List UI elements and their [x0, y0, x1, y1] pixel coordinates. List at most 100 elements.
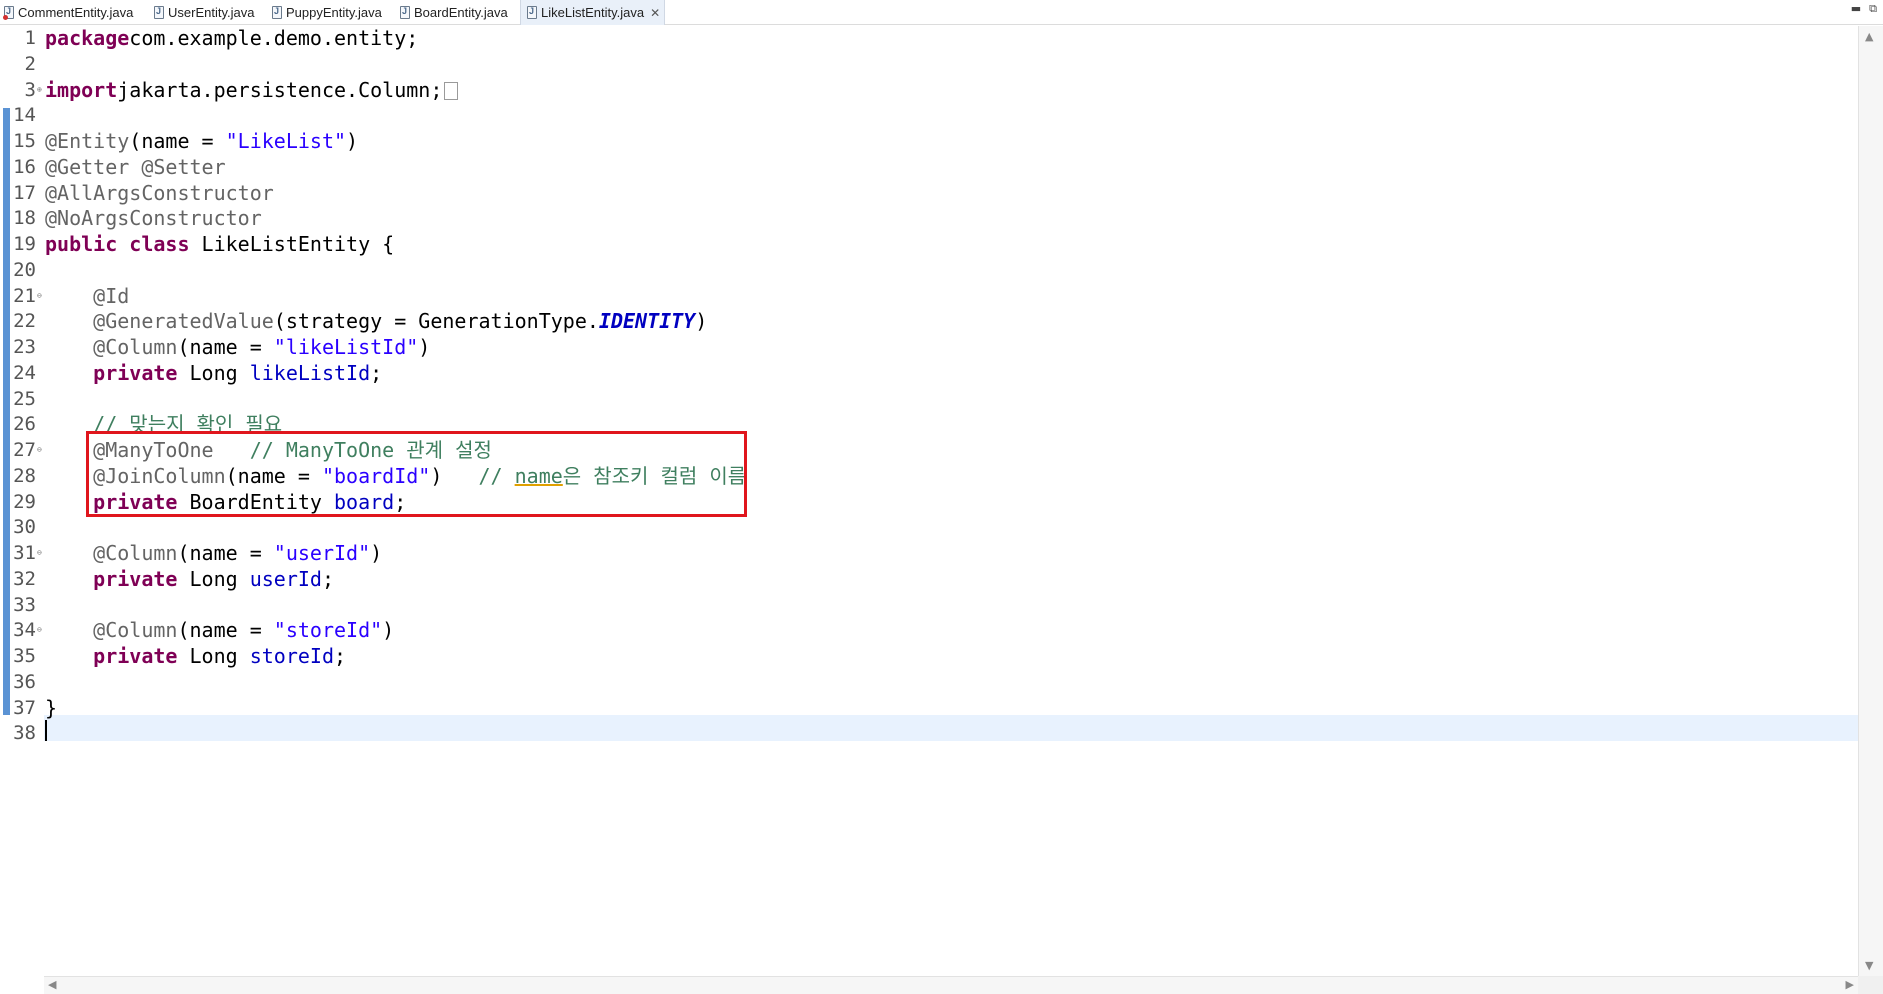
code-text: @Column(name = "storeId"): [45, 617, 394, 643]
line-number: 1: [24, 27, 36, 49]
code-line[interactable]: 37}: [0, 695, 1858, 721]
code-line[interactable]: 2: [0, 51, 1858, 77]
code-token: storeId: [249, 644, 335, 668]
code-token: jakarta.persistence.Column;: [117, 77, 443, 102]
java-file-icon: [527, 6, 537, 19]
code-line[interactable]: 31 ⊖ @Column(name = "userId"): [0, 540, 1858, 566]
code-text: private Long storeId;: [45, 643, 346, 669]
editor-tab-bar: CommentEntity.java UserEntity.java Puppy…: [0, 0, 1883, 25]
tab-label: UserEntity.java: [168, 5, 255, 20]
java-file-error-icon: [3, 6, 14, 20]
fold-expand-icon[interactable]: ⊕: [37, 85, 42, 94]
code-text: @NoArgsConstructor: [45, 205, 262, 231]
code-line[interactable]: 15 @Entity(name = "LikeList"): [0, 128, 1858, 154]
code-text: @GeneratedValue(strategy = GenerationTyp…: [45, 308, 707, 334]
scroll-down-icon[interactable]: ▼: [1865, 959, 1873, 972]
fold-collapse-icon[interactable]: ⊖: [37, 446, 42, 454]
code-line[interactable]: 24 private Long likeListId;: [0, 360, 1858, 386]
code-line[interactable]: 35 private Long storeId;: [0, 643, 1858, 669]
code-line[interactable]: 17 @AllArgsConstructor: [0, 180, 1858, 206]
code-token: ): [370, 541, 383, 565]
code-token: import: [45, 77, 118, 102]
code-token: @Entity: [45, 129, 130, 153]
line-number: 32: [13, 567, 36, 590]
code-token: ;: [334, 644, 347, 668]
code-token: @Getter @Setter: [45, 154, 226, 179]
code-line[interactable]: 19 public class LikeListEntity {: [0, 231, 1858, 257]
code-line[interactable]: 33: [0, 592, 1858, 618]
code-line[interactable]: 16 @Getter @Setter: [0, 154, 1858, 180]
tab-puppy-entity[interactable]: PuppyEntity.java: [272, 0, 382, 25]
window-controls: ▬ ⧉: [1851, 2, 1877, 16]
line-number: 22: [13, 310, 36, 333]
fold-collapse-icon[interactable]: ⊖: [37, 291, 42, 300]
code-text: private Long userId;: [45, 566, 334, 592]
text-cursor: [45, 720, 47, 741]
line-number: 34: [13, 619, 36, 642]
line-number: 24: [13, 361, 36, 384]
code-token: (strategy = GenerationType.: [273, 309, 599, 334]
code-token: ): [418, 335, 431, 359]
code-line[interactable]: 23 @Column(name = "likeListId"): [0, 334, 1858, 360]
code-token: "LikeList": [225, 129, 347, 153]
code-text: packagecom.example.demo.entity;: [45, 25, 418, 51]
code-token: @AllArgsConstructor: [45, 180, 274, 205]
horizontal-scrollbar[interactable]: ◀ ▶: [44, 976, 1858, 994]
code-line[interactable]: 18 @NoArgsConstructor: [0, 205, 1858, 231]
code-line[interactable]: 34 ⊖ @Column(name = "storeId"): [0, 617, 1858, 643]
line-number: 2: [24, 52, 36, 75]
tab-user-entity[interactable]: UserEntity.java: [154, 0, 254, 25]
tab-label: CommentEntity.java: [18, 5, 134, 20]
code-token: public: [45, 232, 118, 256]
code-line[interactable]: 20: [0, 257, 1858, 283]
code-token: Long: [177, 644, 250, 668]
code-token: likeListId: [249, 360, 371, 385]
code-line[interactable]: 32 private Long userId;: [0, 566, 1858, 592]
folded-region-icon[interactable]: [444, 81, 459, 100]
scroll-left-icon[interactable]: ◀: [48, 978, 56, 991]
code-token: ): [346, 129, 359, 153]
tab-label: PuppyEntity.java: [286, 5, 382, 20]
line-number: 33: [13, 593, 36, 616]
code-token: package: [45, 26, 130, 50]
tab-board-entity[interactable]: BoardEntity.java: [400, 0, 508, 25]
code-line[interactable]: 25: [0, 386, 1858, 412]
code-token: ;: [321, 566, 335, 591]
code-token: (name =: [177, 541, 274, 565]
fold-collapse-icon[interactable]: ⊖: [37, 626, 42, 634]
scroll-right-icon[interactable]: ▶: [1846, 978, 1854, 991]
code-line[interactable]: 38: [0, 720, 1858, 746]
code-line[interactable]: 14: [0, 102, 1858, 128]
minimize-icon[interactable]: ▬: [1851, 2, 1861, 16]
code-text: @Id: [45, 283, 129, 309]
code-line[interactable]: 22 @GeneratedValue(strategy = Generation…: [0, 308, 1858, 334]
fold-collapse-icon[interactable]: ⊖: [37, 549, 42, 557]
scroll-up-icon[interactable]: ▲: [1865, 30, 1873, 43]
line-number: 36: [13, 670, 36, 693]
scrollbar-corner: [1858, 976, 1883, 994]
code-token: "userId": [273, 541, 371, 565]
code-text: @AllArgsConstructor: [45, 180, 274, 206]
code-token: private: [93, 360, 178, 385]
code-token: @Column: [93, 618, 178, 643]
code-line[interactable]: 3 ⊕ importjakarta.persistence.Column;: [0, 77, 1858, 103]
code-token: com.example.demo.entity;: [129, 26, 419, 50]
code-line[interactable]: 36: [0, 669, 1858, 695]
close-icon[interactable]: ✕: [650, 6, 660, 20]
vertical-scrollbar[interactable]: ▲ ▼: [1858, 26, 1883, 976]
code-line[interactable]: 1 packagecom.example.demo.entity;: [0, 25, 1858, 51]
code-token: ): [382, 618, 395, 643]
code-text: public class LikeListEntity {: [45, 231, 394, 257]
restore-icon[interactable]: ⧉: [1869, 2, 1877, 16]
tab-likelist-entity[interactable]: LikeListEntity.java ✕: [520, 0, 666, 25]
code-token: "storeId": [273, 618, 383, 643]
tab-comment-entity[interactable]: CommentEntity.java: [3, 0, 134, 25]
code-line[interactable]: 30: [0, 514, 1858, 540]
gutter-bottom: [0, 976, 44, 994]
code-line[interactable]: 21 ⊖ @Id: [0, 283, 1858, 309]
